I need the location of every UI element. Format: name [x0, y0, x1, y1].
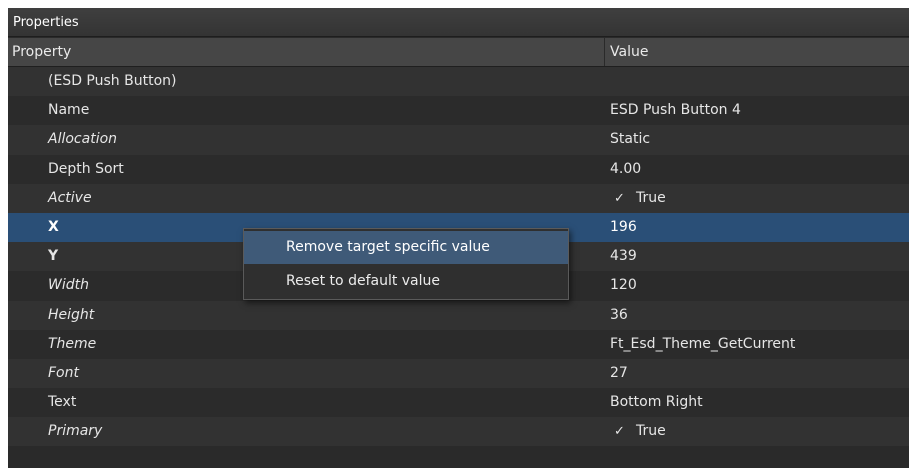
menu-item-remove-target-specific-value[interactable]: Remove target specific value: [244, 231, 568, 264]
property-row[interactable]: Text Bottom Right: [8, 388, 909, 418]
property-name: Text: [48, 394, 77, 411]
property-name: Width: [48, 277, 89, 294]
property-value[interactable]: ✓ True: [610, 417, 666, 446]
property-name: Theme: [48, 335, 97, 352]
property-value[interactable]: ESD Push Button 4: [610, 96, 741, 125]
property-value[interactable]: 439: [610, 242, 637, 271]
property-value[interactable]: 27: [610, 359, 628, 388]
property-row[interactable]: Depth Sort 4.00: [8, 154, 909, 184]
property-name: Font: [48, 364, 79, 381]
property-name: Height: [48, 306, 95, 323]
property-name: Y: [48, 248, 59, 265]
property-row[interactable]: Font 27: [8, 358, 909, 389]
property-row[interactable]: Allocation Static: [8, 125, 909, 155]
header-value[interactable]: Value: [604, 38, 909, 66]
property-row[interactable]: Active ✓ True: [8, 183, 909, 213]
checkmark-icon[interactable]: ✓: [614, 417, 628, 446]
property-row[interactable]: (ESD Push Button): [8, 67, 909, 97]
property-name: Allocation: [48, 131, 118, 148]
property-value[interactable]: 36: [610, 301, 628, 330]
checkmark-icon[interactable]: ✓: [614, 184, 628, 213]
property-name: Primary: [48, 423, 103, 440]
property-name: Depth Sort: [48, 160, 124, 177]
panel-title: Properties: [8, 8, 909, 37]
property-name: Name: [48, 102, 90, 119]
property-row[interactable]: Primary ✓ True: [8, 417, 909, 447]
property-name: (ESD Push Button): [48, 73, 177, 89]
property-row[interactable]: Height 36: [8, 300, 909, 330]
property-value[interactable]: Bottom Right: [610, 388, 703, 417]
property-row[interactable]: Name ESD Push Button 4: [8, 96, 909, 126]
property-name: X: [48, 218, 59, 235]
property-value-text: True: [636, 189, 666, 206]
menu-item-reset-to-default-value[interactable]: Reset to default value: [244, 265, 568, 298]
property-row[interactable]: Theme Ft_Esd_Theme_GetCurrent: [8, 329, 909, 359]
property-value[interactable]: Static: [610, 125, 650, 154]
property-value[interactable]: Ft_Esd_Theme_GetCurrent: [610, 330, 795, 359]
property-name: Active: [48, 189, 92, 206]
property-value[interactable]: 196: [610, 213, 637, 242]
property-value[interactable]: ✓ True: [610, 184, 666, 213]
context-menu: Remove target specific value Reset to de…: [243, 228, 569, 300]
header-property[interactable]: Property: [8, 38, 604, 66]
property-value-text: True: [636, 423, 666, 440]
property-value[interactable]: 4.00: [610, 155, 641, 184]
property-value[interactable]: 120: [610, 271, 637, 300]
table-header: Property Value: [8, 38, 909, 67]
